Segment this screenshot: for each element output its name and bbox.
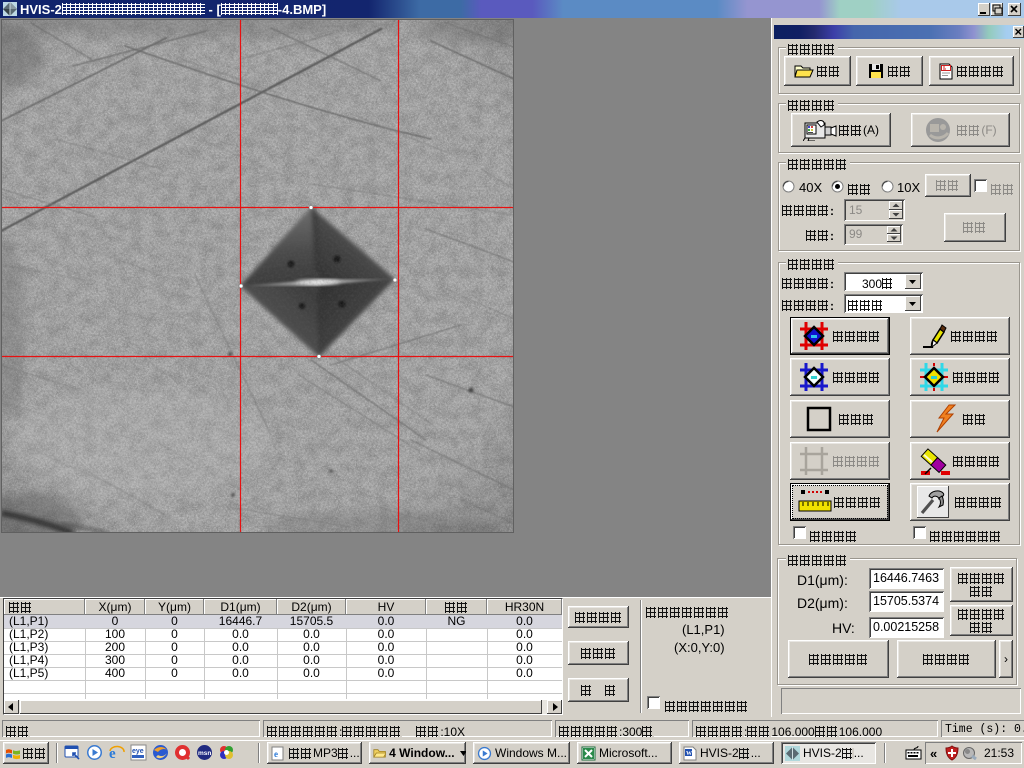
svg-text:e: e <box>274 749 278 759</box>
svg-text:W: W <box>686 751 692 757</box>
svg-text:eye: eye <box>132 748 144 755</box>
svg-text:msn: msn <box>198 750 211 757</box>
